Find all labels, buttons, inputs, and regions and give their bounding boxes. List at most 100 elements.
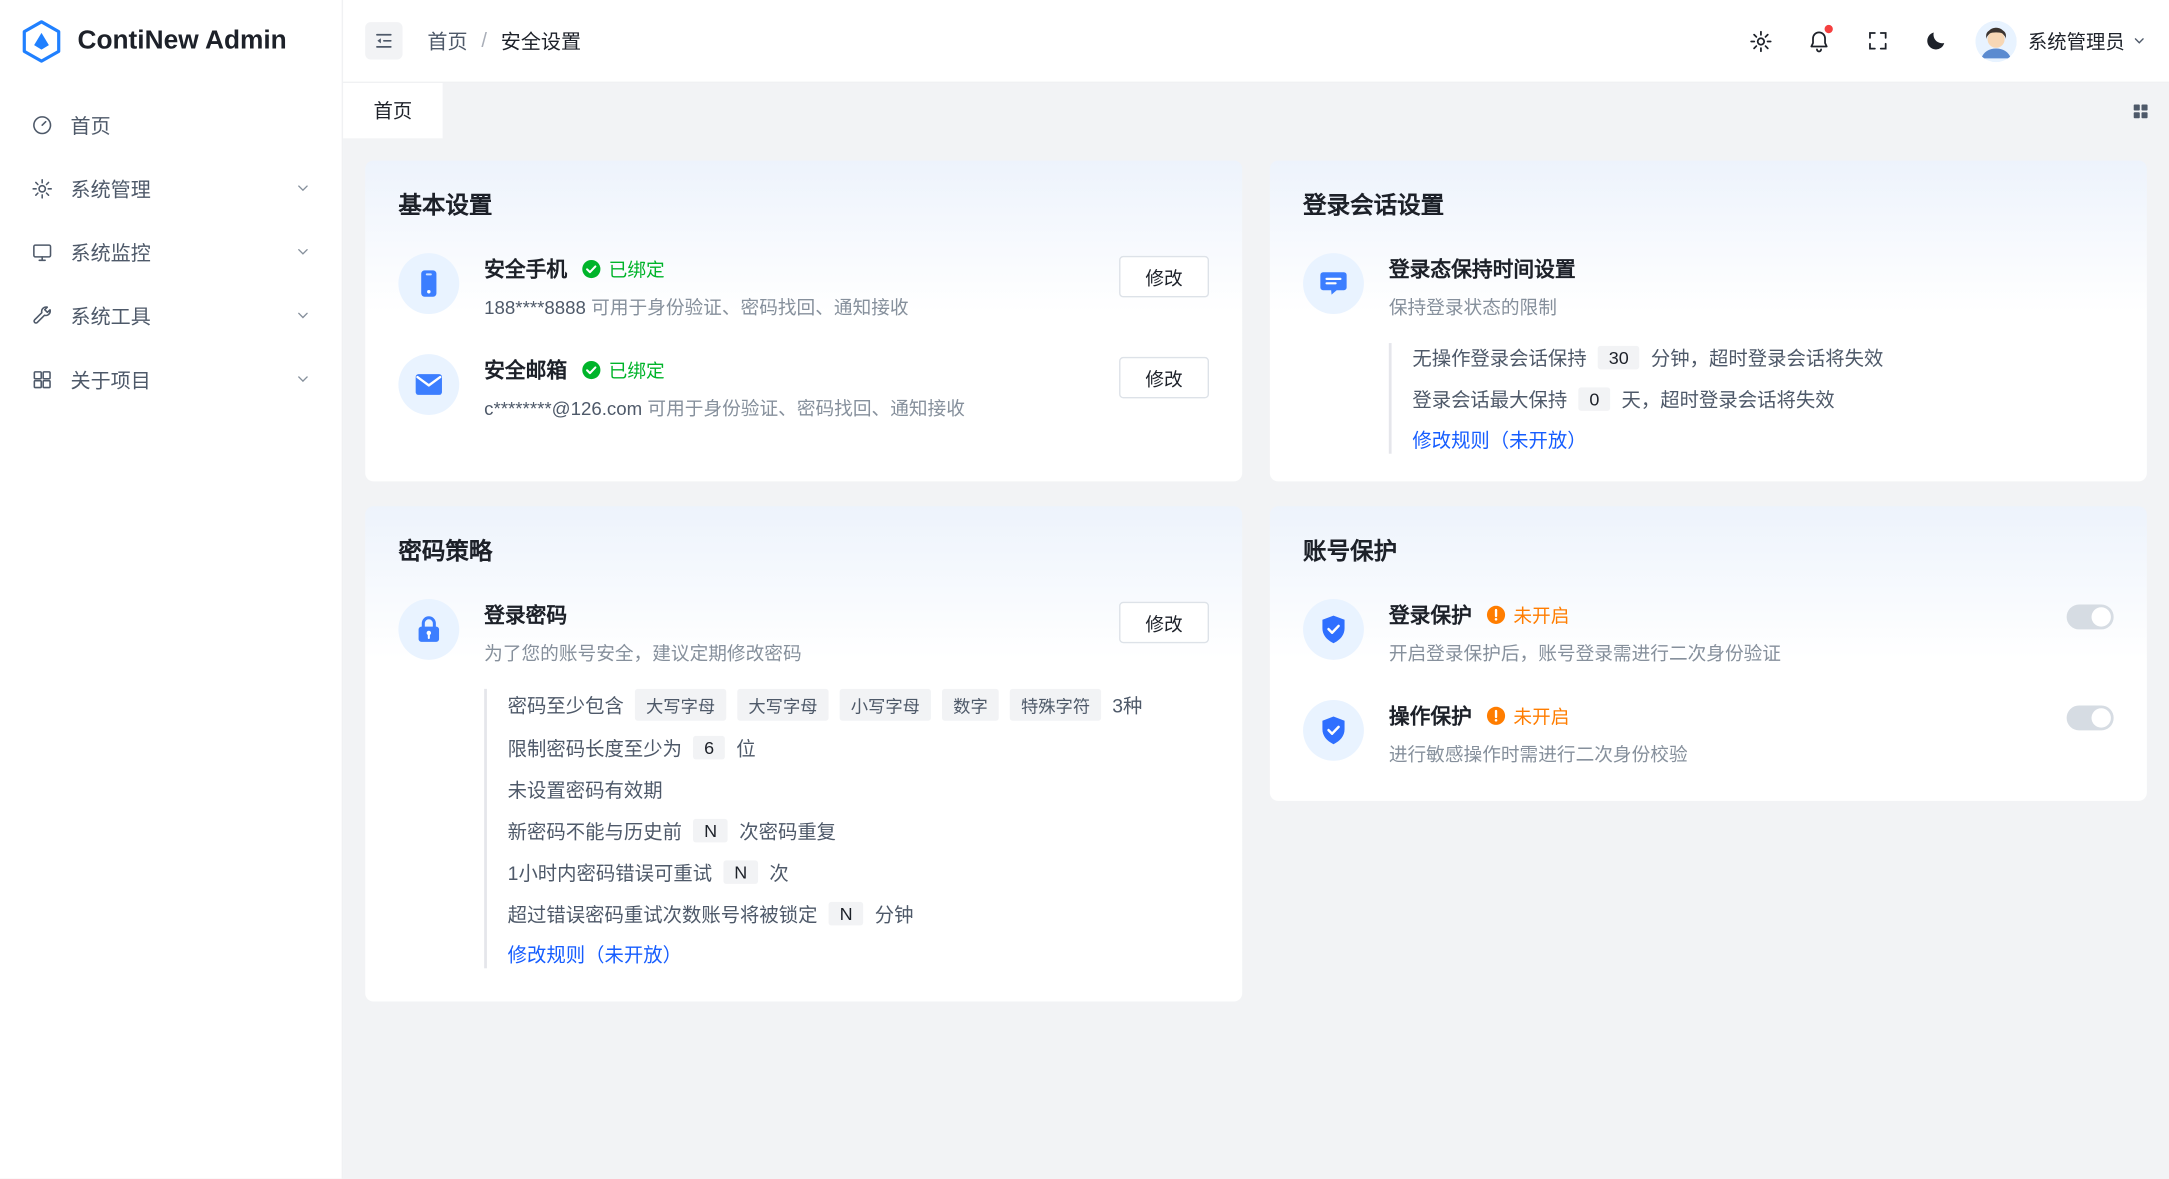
breadcrumb-separator: / bbox=[481, 30, 487, 52]
sidebar-item-system-monitor[interactable]: 系统监控 bbox=[14, 224, 328, 279]
app-title: ContiNew Admin bbox=[77, 26, 286, 56]
login-session-card: 登录会话设置 登录态保持时间设置 保持登录状态的限制 bbox=[1270, 160, 2147, 481]
tab-home[interactable]: 首页 bbox=[343, 83, 443, 138]
sidebar-item-label: 系统管理 bbox=[71, 174, 151, 203]
sidebar-item-label: 首页 bbox=[71, 110, 111, 139]
menu-fold-icon bbox=[373, 30, 394, 51]
session-max-rule: 登录会话最大保持 0 天，超时登录会话将失效 bbox=[1412, 385, 2113, 414]
dashboard-icon bbox=[30, 113, 54, 137]
moon-icon bbox=[1923, 29, 1947, 53]
chevron-down-icon bbox=[2132, 33, 2147, 48]
left-column: 基本设置 安全手机 bbox=[365, 160, 1242, 1001]
notification-dot bbox=[1825, 24, 1833, 32]
dark-mode-button[interactable] bbox=[1912, 17, 1959, 64]
modify-password-button[interactable]: 修改 bbox=[1119, 602, 1209, 643]
logo-area[interactable]: ContiNew Admin bbox=[0, 0, 342, 83]
warning-circle-icon bbox=[1486, 705, 1507, 726]
sidebar-item-label: 系统监控 bbox=[71, 237, 151, 266]
tab-list-button[interactable] bbox=[2111, 83, 2169, 138]
chevron-down-icon bbox=[295, 371, 312, 388]
login-protection-toggle[interactable] bbox=[2067, 604, 2114, 629]
modify-phone-button[interactable]: 修改 bbox=[1119, 256, 1209, 297]
main-area: 首页 / 安全设置 bbox=[343, 0, 2169, 1179]
check-circle-icon bbox=[581, 258, 602, 279]
item-title: 登录密码 bbox=[484, 600, 567, 629]
item-title: 操作保护 bbox=[1389, 701, 1472, 730]
user-name-label: 系统管理员 bbox=[2028, 27, 2125, 55]
item-description: 为了您的账号安全，建议定期修改密码 bbox=[484, 642, 1094, 667]
top-header: 首页 / 安全设置 bbox=[343, 0, 2169, 83]
password-rule-retry: 1小时内密码错误可重试 N 次 bbox=[508, 858, 1209, 887]
password-rule-history: 新密码不能与历史前 N 次密码重复 bbox=[508, 816, 1209, 845]
history-count-value: N bbox=[693, 819, 728, 843]
session-edit-rules-link[interactable]: 修改规则（未开放） bbox=[1412, 426, 1586, 454]
min-length-value: 6 bbox=[693, 736, 725, 760]
card-title: 登录会话设置 bbox=[1303, 185, 2114, 220]
sidebar-item-system-management[interactable]: 系统管理 bbox=[14, 160, 328, 215]
account-protection-card: 账号保护 登录保护 bbox=[1270, 506, 2147, 801]
app-logo-icon bbox=[19, 19, 63, 63]
page-content: 基本设置 安全手机 bbox=[343, 138, 2169, 1178]
masked-phone-value: 188****8888 bbox=[484, 297, 586, 318]
login-protection-item: 登录保护 未开启 开启登录保 bbox=[1303, 599, 2114, 667]
shield-check-icon bbox=[1303, 599, 1364, 660]
card-title: 密码策略 bbox=[398, 531, 1209, 566]
modify-email-button[interactable]: 修改 bbox=[1119, 357, 1209, 398]
breadcrumb-current: 安全设置 bbox=[501, 26, 581, 55]
char-type-tag: 特殊字符 bbox=[1010, 689, 1101, 721]
sidebar-item-system-tools[interactable]: 系统工具 bbox=[14, 288, 328, 343]
item-description: c********@126.com 可用于身份验证、密码找回、通知接收 bbox=[484, 397, 1094, 422]
operation-protection-item: 操作保护 未开启 进行敏感操 bbox=[1303, 700, 2114, 768]
right-column: 登录会话设置 登录态保持时间设置 保持登录状态的限制 bbox=[1270, 160, 2147, 800]
password-rule-lock: 超过错误密码重试次数账号将被锁定 N 分钟 bbox=[508, 899, 1209, 928]
masked-email-value: c********@126.com bbox=[484, 398, 642, 419]
sidebar: ContiNew Admin 首页 系统管理 bbox=[0, 0, 343, 1179]
chat-icon bbox=[1303, 253, 1364, 314]
password-edit-rules-link[interactable]: 修改规则（未开放） bbox=[508, 941, 682, 969]
gear-icon bbox=[30, 176, 54, 200]
item-description: 进行敏感操作时需进行二次身份校验 bbox=[1389, 743, 2042, 768]
monitor-icon bbox=[30, 240, 54, 264]
status-badge-disabled: 未开启 bbox=[1486, 600, 1570, 628]
warning-circle-icon bbox=[1486, 604, 1507, 625]
password-policy-card: 密码策略 登录密码 bbox=[365, 506, 1242, 1001]
user-avatar[interactable] bbox=[1975, 20, 2016, 61]
item-title: 登录保护 bbox=[1389, 600, 1472, 629]
idle-minutes-value: 30 bbox=[1598, 346, 1640, 370]
tab-bar: 首页 bbox=[343, 83, 2169, 138]
toggle-knob bbox=[2092, 607, 2111, 626]
item-title: 登录态保持时间设置 bbox=[1389, 254, 1576, 283]
item-description: 188****8888 可用于身份验证、密码找回、通知接收 bbox=[484, 296, 1094, 321]
mail-icon bbox=[398, 354, 459, 415]
breadcrumb: 首页 / 安全设置 bbox=[427, 26, 581, 55]
settings-button[interactable] bbox=[1737, 17, 1784, 64]
item-description: 开启登录保护后，账号登录需进行二次身份验证 bbox=[1389, 642, 2042, 667]
char-type-tag: 小写字母 bbox=[840, 689, 931, 721]
wrench-icon bbox=[30, 304, 54, 328]
grid-icon bbox=[30, 367, 54, 391]
notifications-button[interactable] bbox=[1796, 17, 1843, 64]
status-badge-disabled: 未开启 bbox=[1486, 701, 1570, 729]
security-email-item: 安全邮箱 已绑定 c********@1 bbox=[398, 354, 1209, 422]
sidebar-collapse-button[interactable] bbox=[365, 22, 402, 59]
card-title: 基本设置 bbox=[398, 185, 1209, 220]
login-password-item: 登录密码 为了您的账号安全，建议定期修改密码 修改 bbox=[398, 599, 1209, 667]
breadcrumb-home[interactable]: 首页 bbox=[427, 26, 467, 55]
chevron-down-icon bbox=[295, 307, 312, 324]
session-rules: 无操作登录会话保持 30 分钟，超时登录会话将失效 登录会话最大保持 0 天，超… bbox=[1389, 343, 2114, 454]
tab-grid-icon bbox=[2130, 100, 2151, 121]
fullscreen-button[interactable] bbox=[1854, 17, 1901, 64]
operation-protection-toggle[interactable] bbox=[2067, 705, 2114, 730]
lock-icon bbox=[398, 599, 459, 660]
char-type-tag: 数字 bbox=[942, 689, 999, 721]
security-phone-item: 安全手机 已绑定 188****8888 bbox=[398, 253, 1209, 321]
password-rule-length: 限制密码长度至少为 6 位 bbox=[508, 733, 1209, 762]
user-menu[interactable]: 系统管理员 bbox=[2028, 27, 2147, 55]
item-title: 安全手机 bbox=[484, 254, 567, 283]
sidebar-item-home[interactable]: 首页 bbox=[14, 97, 328, 152]
sidebar-item-about[interactable]: 关于项目 bbox=[14, 351, 328, 406]
card-title: 账号保护 bbox=[1303, 531, 2114, 566]
item-title: 安全邮箱 bbox=[484, 355, 567, 384]
sidebar-nav: 首页 系统管理 系统监控 bbox=[0, 83, 342, 421]
chevron-down-icon bbox=[295, 243, 312, 260]
